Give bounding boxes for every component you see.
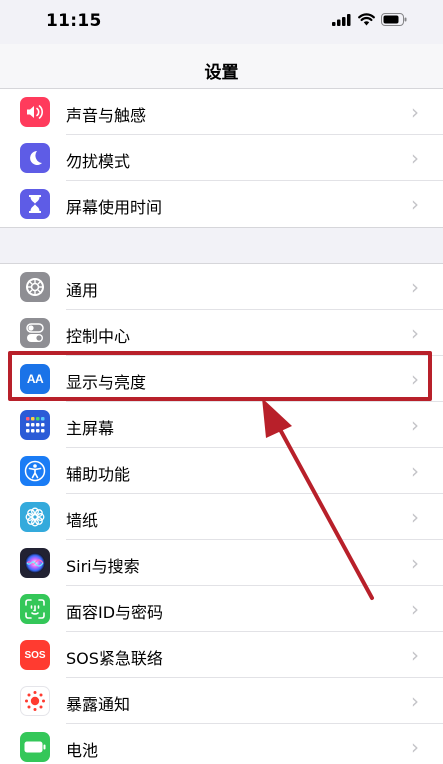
settings-row-emergency-sos[interactable]: SOS SOS紧急联络 › xyxy=(0,632,443,678)
settings-row-label: 墙纸 xyxy=(66,511,99,530)
settings-row-siri-search[interactable]: Siri与搜索 › xyxy=(0,540,443,586)
toggle-icon xyxy=(20,318,50,348)
chevron-right-icon: › xyxy=(411,275,419,299)
chevron-right-icon: › xyxy=(411,146,419,170)
face-id-icon xyxy=(20,594,50,624)
siri-icon xyxy=(20,548,50,578)
settings-row-face-id-passcode[interactable]: 面容ID与密码 › xyxy=(0,586,443,632)
settings-row-label: 通用 xyxy=(66,281,99,300)
chevron-right-icon: › xyxy=(411,459,419,483)
status-bar: 11:15 xyxy=(0,0,443,44)
settings-row-battery[interactable]: 电池 › xyxy=(0,724,443,764)
chevron-right-icon: › xyxy=(411,643,419,667)
hourglass-icon xyxy=(20,189,50,219)
chevron-right-icon: › xyxy=(411,735,419,759)
settings-row-label: SOS紧急联络 xyxy=(66,649,163,668)
settings-row-label: 面容ID与密码 xyxy=(66,603,164,622)
settings-row-label: 主屏幕 xyxy=(66,419,115,438)
sos-icon-glyph: SOS xyxy=(24,649,46,661)
grid-icon xyxy=(20,410,50,440)
settings-row-label: 控制中心 xyxy=(66,327,131,346)
settings-group-2: 通用 › 控制中心 › AA 显示与亮度 › 主屏幕 › 辅助功能 › 墙纸 ›… xyxy=(0,263,443,764)
text-size-icon: AA xyxy=(20,364,50,394)
settings-row-home-screen[interactable]: 主屏幕 › xyxy=(0,402,443,448)
settings-row-exposure-notifications[interactable]: 暴露通知 › xyxy=(0,678,443,724)
settings-row-wallpaper[interactable]: 墙纸 › xyxy=(0,494,443,540)
cellular-signal-icon xyxy=(332,13,351,26)
chevron-right-icon: › xyxy=(411,597,419,621)
chevron-right-icon: › xyxy=(411,413,419,437)
settings-row-label: 电池 xyxy=(66,741,99,760)
status-time: 11:15 xyxy=(46,11,102,31)
settings-row-label: 暴露通知 xyxy=(66,695,131,714)
flower-icon xyxy=(20,502,50,532)
chevron-right-icon: › xyxy=(411,321,419,345)
settings-row-label: 屏幕使用时间 xyxy=(66,198,163,217)
settings-row-label: 显示与亮度 xyxy=(66,373,147,392)
settings-row-general[interactable]: 通用 › xyxy=(0,264,443,310)
chevron-right-icon: › xyxy=(411,505,419,529)
settings-row-label: 声音与触感 xyxy=(66,106,147,125)
accessibility-icon xyxy=(20,456,50,486)
settings-row-display-brightness[interactable]: AA 显示与亮度 › xyxy=(0,356,443,402)
settings-row-screen-time[interactable]: 屏幕使用时间 › xyxy=(0,181,443,227)
settings-row-label: Siri与搜索 xyxy=(66,557,140,576)
chevron-right-icon: › xyxy=(411,551,419,575)
speaker-icon xyxy=(20,97,50,127)
status-icons xyxy=(332,13,407,26)
settings-row-do-not-disturb[interactable]: 勿扰模式 › xyxy=(0,135,443,181)
settings-row-accessibility[interactable]: 辅助功能 › xyxy=(0,448,443,494)
settings-row-label: 辅助功能 xyxy=(66,465,131,484)
settings-row-label: 勿扰模式 xyxy=(66,152,131,171)
battery-status-icon xyxy=(381,13,407,26)
exposure-icon xyxy=(20,686,50,716)
settings-row-sounds[interactable]: 声音与触感 › xyxy=(0,89,443,135)
sos-icon: SOS xyxy=(20,640,50,670)
settings-group-1: 声音与触感 › 勿扰模式 › 屏幕使用时间 › xyxy=(0,88,443,228)
gear-icon xyxy=(20,272,50,302)
battery-icon xyxy=(20,732,50,762)
chevron-right-icon: › xyxy=(411,689,419,713)
moon-icon xyxy=(20,143,50,173)
chevron-right-icon: › xyxy=(411,367,419,391)
text-size-icon-glyph: AA xyxy=(26,372,44,386)
chevron-right-icon: › xyxy=(411,192,419,216)
settings-row-control-center[interactable]: 控制中心 › xyxy=(0,310,443,356)
page-title: 设置 xyxy=(204,63,239,83)
wifi-icon xyxy=(358,13,375,26)
chevron-right-icon: › xyxy=(411,100,419,124)
